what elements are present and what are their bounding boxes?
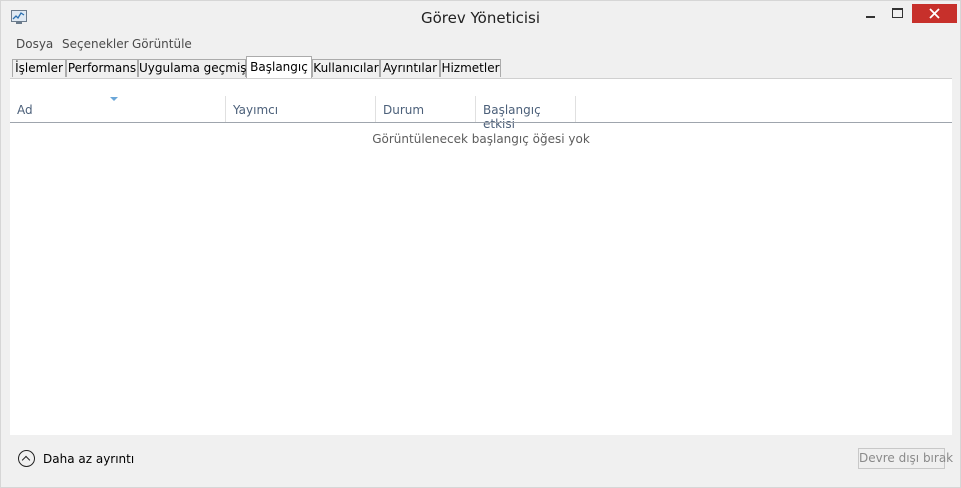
- task-manager-window: Görev Yöneticisi Dosya Seçenekler Görünt…: [0, 0, 961, 488]
- tab-users[interactable]: Kullanıcılar: [312, 59, 380, 77]
- column-label-status: Durum: [383, 103, 425, 117]
- menu-file[interactable]: Dosya: [16, 37, 53, 51]
- tab-app-history[interactable]: Uygulama geçmişi: [138, 59, 250, 77]
- tab-strip: İşlemler Performans Uygulama geçmişi Baş…: [10, 53, 951, 78]
- tab-performance[interactable]: Performans: [66, 59, 138, 77]
- title-bar[interactable]: Görev Yöneticisi: [1, 1, 960, 34]
- column-divider[interactable]: [575, 96, 576, 122]
- header-divider: [10, 122, 952, 123]
- tab-processes[interactable]: İşlemler: [12, 59, 66, 77]
- menu-options[interactable]: Seçenekler: [62, 37, 129, 51]
- empty-list-message: Görüntülenecek başlangıç öğesi yok: [372, 132, 590, 146]
- menu-bar: Dosya Seçenekler Görüntüle: [10, 34, 951, 53]
- column-header-publisher[interactable]: Yayımcı: [226, 96, 376, 122]
- chevron-up-icon: [18, 450, 35, 467]
- column-label-startup-impact: Başlangıç etkisi: [483, 103, 541, 131]
- close-icon: [929, 8, 940, 19]
- tab-services[interactable]: Hizmetler: [440, 59, 501, 77]
- fewer-details-button[interactable]: Daha az ayrıntı: [18, 449, 158, 471]
- close-button[interactable]: [912, 4, 957, 23]
- maximize-button[interactable]: [883, 4, 911, 24]
- minimize-button[interactable]: [857, 4, 883, 24]
- tab-startup[interactable]: Başlangıç: [246, 56, 312, 78]
- footer-bar: Daha az ayrıntı Devre dışı bırak: [10, 435, 953, 483]
- column-header-name[interactable]: Ad: [10, 96, 226, 122]
- disable-button[interactable]: Devre dışı bırak: [858, 448, 953, 469]
- column-label-publisher: Yayımcı: [233, 103, 279, 117]
- tab-details[interactable]: Ayrıntılar: [380, 59, 440, 77]
- column-header-startup-impact[interactable]: Başlangıç etkisi: [476, 96, 576, 131]
- column-label-name: Ad: [17, 103, 33, 117]
- menu-view[interactable]: Görüntüle: [132, 37, 192, 51]
- fewer-details-label: Daha az ayrıntı: [43, 452, 135, 466]
- window-title: Görev Yöneticisi: [420, 9, 541, 27]
- startup-list: Ad Yayımcı Durum Başlangıç etkisi Görünt…: [10, 78, 952, 436]
- column-header-status[interactable]: Durum: [376, 96, 476, 122]
